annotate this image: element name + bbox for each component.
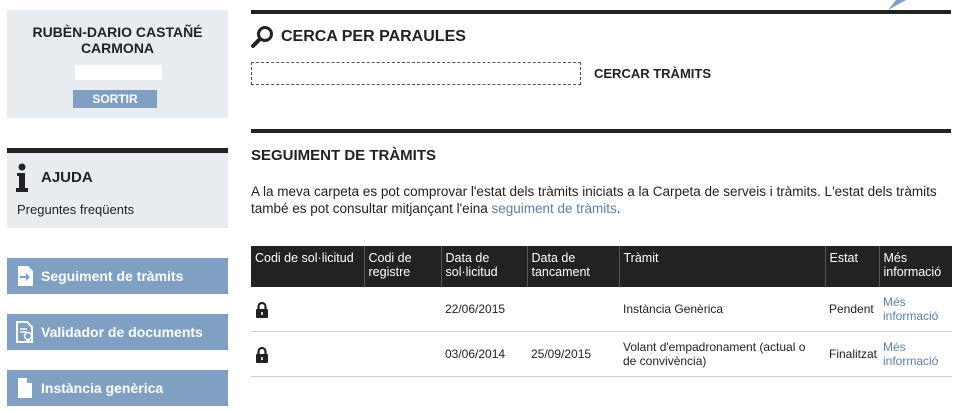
close-date-cell: 25/09/2015 <box>527 331 619 377</box>
section-divider <box>251 129 951 133</box>
column-header[interactable]: Data de sol·licitud <box>440 246 527 287</box>
status-cell: Pendent <box>825 287 879 332</box>
column-header[interactable]: Tràmit <box>618 246 825 287</box>
search-input[interactable] <box>251 62 581 85</box>
column-header[interactable]: Estat <box>824 246 879 287</box>
request-code-cell <box>251 287 364 332</box>
search-button[interactable]: CERCAR TRÀMITS <box>594 66 711 81</box>
column-header[interactable]: Codi de registre <box>363 246 441 287</box>
user-field[interactable] <box>75 65 162 80</box>
nav-item-label: Validador de documents <box>41 324 203 340</box>
registry-code-cell <box>364 331 441 377</box>
top-divider <box>251 10 951 14</box>
column-header[interactable]: Data de tancament <box>526 246 619 287</box>
more-info-cell: Més informació <box>879 331 952 377</box>
nav-item-tracking[interactable]: Seguiment de tràmits <box>7 258 228 294</box>
help-panel: AJUDA Preguntes freqüents <box>7 148 228 228</box>
help-title: AJUDA <box>41 169 93 186</box>
registry-code-cell <box>364 287 441 332</box>
column-header[interactable]: Més informació <box>878 246 952 287</box>
table-header-row: Codi de sol·licitud Codi de registre Dat… <box>251 246 952 287</box>
table-row: 22/06/2015 Instància Genèrica Pendent Mé… <box>251 287 952 332</box>
search-icon <box>251 26 273 48</box>
document-icon <box>18 378 32 398</box>
nav-item-generic-request[interactable]: Instància genèrica <box>7 370 228 406</box>
procedure-cell: Volant d'empadronament (actual o de conv… <box>619 331 825 377</box>
tracking-intro: A la meva carpeta es pot comprovar l'est… <box>251 183 951 217</box>
more-info-link[interactable]: Més informació <box>883 340 938 368</box>
tracking-title: SEGUIMENT DE TRÀMITS <box>251 147 437 164</box>
column-header[interactable]: Codi de sol·licitud <box>251 246 364 287</box>
table-row: 03/06/2014 25/09/2015 Volant d'empadrona… <box>251 331 952 377</box>
lock-icon <box>256 301 268 318</box>
request-date-cell: 03/06/2014 <box>441 331 527 377</box>
corner-arrow-icon <box>888 0 906 10</box>
arrow-in-icon <box>18 266 33 286</box>
more-info-link[interactable]: Més informació <box>883 295 938 323</box>
logout-button[interactable]: SORTIR <box>73 90 157 108</box>
nav-item-label: Seguiment de tràmits <box>41 268 184 284</box>
close-date-cell <box>527 287 619 332</box>
intro-end: . <box>616 201 621 216</box>
tracking-tool-link[interactable]: seguiment de tràmits <box>491 201 616 216</box>
request-date-cell: 22/06/2015 <box>441 287 527 332</box>
user-panel: RUBÈN-DARIO CASTAÑÉ CARMONA SORTIR <box>7 10 228 118</box>
status-cell: Finalitzat <box>825 331 879 377</box>
request-code-cell <box>251 331 364 377</box>
faq-link[interactable]: Preguntes freqüents <box>17 202 134 217</box>
info-icon <box>16 163 28 192</box>
nav-item-validator[interactable]: Validador de documents <box>7 314 228 350</box>
user-name: RUBÈN-DARIO CASTAÑÉ CARMONA <box>32 24 203 56</box>
nav-item-label: Instància genèrica <box>41 380 164 396</box>
lock-icon <box>256 346 268 363</box>
tracking-table: Codi de sol·licitud Codi de registre Dat… <box>251 246 952 377</box>
more-info-cell: Més informació <box>879 287 952 332</box>
search-title: CERCA PER PARAULES <box>281 28 466 45</box>
document-seal-icon <box>16 321 33 343</box>
procedure-cell: Instància Genèrica <box>619 287 825 332</box>
